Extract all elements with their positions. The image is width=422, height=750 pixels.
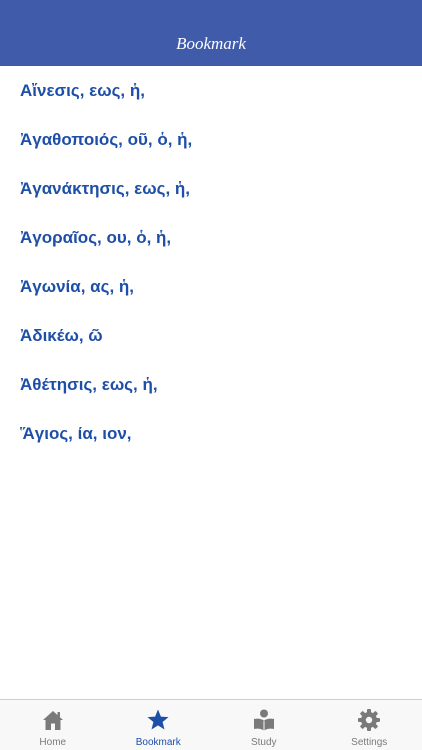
list-item[interactable]: Ἀγανάκτησις, εως, ἡ, — [0, 164, 422, 213]
bookmark-word: Ἀγωνία, ας, ἡ, — [20, 277, 135, 296]
tab-bar: Home Bookmark Study Settings — [0, 699, 422, 750]
tab-label: Bookmark — [135, 737, 181, 748]
list-item[interactable]: Αἴνεσις, εως, ἡ, — [0, 66, 422, 115]
navigation-bar: Bookmark — [0, 0, 422, 66]
house-icon — [40, 707, 66, 733]
bookmark-word: Ἀθέτησις, εως, ἡ, — [20, 375, 158, 394]
list-item[interactable]: Ἀγαθοποιός, οῦ, ὁ, ἡ, — [0, 115, 422, 164]
tab-label: Home — [39, 737, 67, 748]
bookmark-word: Ἀδικέω, ῶ — [20, 326, 103, 345]
list-item[interactable]: Ἀγοραῖος, ου, ὁ, ἡ, — [0, 213, 422, 262]
bookmark-list: Αἴνεσις, εως, ἡ, Ἀγαθοποιός, οῦ, ὁ, ἡ, Ἀ… — [0, 66, 422, 458]
tab-study[interactable]: Study — [211, 700, 317, 750]
bookmark-word: Ἅγιος, ία, ιον, — [20, 424, 132, 443]
list-item[interactable]: Ἀθέτησις, εως, ἡ, — [0, 360, 422, 409]
tab-settings[interactable]: Settings — [317, 700, 422, 750]
bookmark-word: Ἀγανάκτησις, εως, ἡ, — [20, 179, 190, 198]
gear-icon — [356, 707, 382, 733]
list-item[interactable]: Ἀδικέω, ῶ — [0, 311, 422, 360]
star-icon — [145, 707, 171, 733]
tab-label: Settings — [351, 737, 388, 748]
list-item[interactable]: Ἀγωνία, ας, ἡ, — [0, 262, 422, 311]
page-title: Bookmark — [176, 34, 246, 53]
bookmark-word: Ἀγοραῖος, ου, ὁ, ἡ, — [20, 228, 172, 247]
bookmark-word: Ἀγαθοποιός, οῦ, ὁ, ἡ, — [20, 130, 193, 149]
tab-home[interactable]: Home — [0, 700, 106, 750]
tab-bookmark[interactable]: Bookmark — [106, 700, 212, 750]
tab-label: Study — [250, 737, 277, 748]
bookmark-word: Αἴνεσις, εως, ἡ, — [20, 81, 145, 100]
reader-icon — [251, 707, 277, 733]
list-item[interactable]: Ἅγιος, ία, ιον, — [0, 409, 422, 458]
